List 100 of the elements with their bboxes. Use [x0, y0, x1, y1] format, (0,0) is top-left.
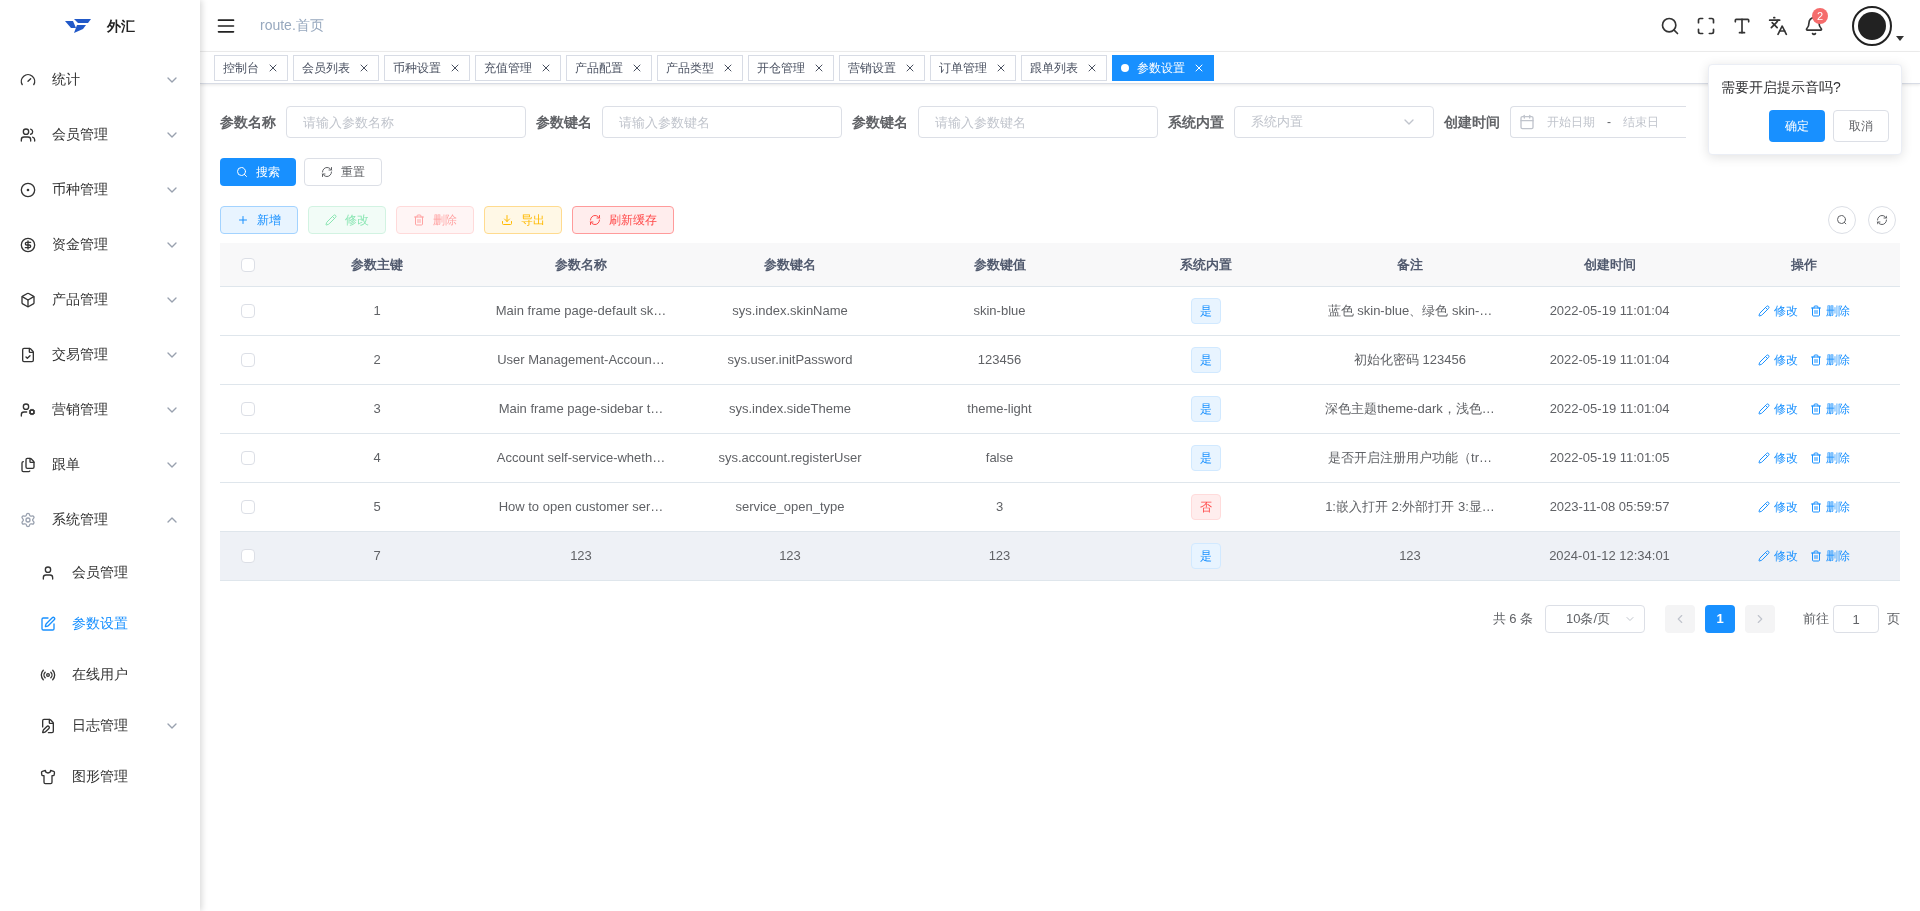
goto-label: 前往 — [1803, 610, 1829, 629]
table-cell-text: Main frame page-default sk… — [494, 302, 668, 321]
row-checkbox[interactable] — [241, 402, 255, 416]
users-icon — [20, 126, 36, 143]
submenu-item[interactable]: 日志管理 — [0, 700, 200, 751]
delete-link[interactable]: 删除 — [1809, 498, 1850, 516]
document-edit-icon — [40, 717, 56, 734]
row-checkbox[interactable] — [241, 500, 255, 514]
tab[interactable]: 充值管理 — [475, 54, 561, 81]
submenu-item[interactable]: 图形管理 — [0, 751, 200, 802]
delete-link[interactable]: 删除 — [1809, 351, 1850, 369]
delete-link[interactable]: 删除 — [1809, 302, 1850, 320]
table-cell-text: sys.account.registerUser — [717, 449, 863, 468]
user-icon — [20, 401, 36, 418]
table-cell-text: 123 — [987, 547, 1012, 566]
delete-link[interactable]: 删除 — [1809, 400, 1850, 418]
avatar[interactable] — [1852, 5, 1892, 46]
column-header: 参数名称 — [554, 255, 608, 274]
pencil-icon — [1757, 403, 1770, 415]
popover-message: 需要开启提示音吗? — [1721, 78, 1842, 97]
user-icon — [40, 564, 56, 581]
tab[interactable]: 产品配置 — [566, 54, 652, 81]
logo-text: 外汇 — [107, 16, 135, 36]
page-size-select[interactable]: 10条/页 — [1545, 605, 1645, 633]
table-cell-text: 1 — [372, 302, 382, 321]
row-checkbox[interactable] — [241, 353, 255, 367]
edit-link[interactable]: 修改 — [1757, 351, 1798, 369]
pencil-icon — [1757, 452, 1770, 464]
cancel-button[interactable]: 取消 — [1833, 110, 1889, 142]
table-cell-text: 2022-05-19 11:01:04 — [1548, 302, 1671, 321]
table-cell-text: 123 — [569, 547, 593, 566]
edit-icon — [40, 615, 56, 632]
table-cell-text: skin-blue — [972, 302, 1027, 321]
table-cell-text: User Management-Accoun… — [496, 351, 666, 370]
trash-icon — [1809, 501, 1822, 513]
field-label: 参数键名 — [536, 112, 593, 132]
table-cell-text: Account self-service-wheth… — [495, 449, 667, 468]
tab[interactable]: 产品类型 — [657, 54, 743, 81]
row-checkbox[interactable] — [241, 549, 255, 563]
gauge-icon — [20, 71, 36, 88]
menu-item[interactable]: 统计 — [0, 52, 200, 107]
table-cell-text: 4 — [372, 449, 382, 468]
delete-link[interactable]: 删除 — [1809, 449, 1850, 467]
table-cell-text: 2023-11-08 05:59:57 — [1548, 498, 1671, 517]
menu-item[interactable]: 币种管理 — [0, 162, 200, 217]
menu-item[interactable]: 资金管理 — [0, 217, 200, 272]
tab[interactable]: 营销设置 — [839, 54, 925, 81]
tab[interactable]: 开仓管理 — [748, 54, 834, 81]
reset-button[interactable]: 重置 — [304, 158, 382, 186]
table-row[interactable]: 7 123 123 123 是 123 2024-01-12 12:34:01 修改 删除 — [220, 532, 1900, 581]
status-tag: 是 — [1190, 396, 1221, 422]
tab[interactable]: 币种设置 — [384, 54, 470, 81]
tab[interactable]: 控制台 — [214, 54, 288, 81]
menu-item[interactable]: 会员管理 — [0, 107, 200, 162]
edit-link[interactable]: 修改 — [1757, 498, 1798, 516]
input-field[interactable]: 请输入参数名称 — [286, 106, 526, 138]
goto-page-field[interactable]: 1 — [1833, 605, 1879, 633]
translate-icon[interactable] — [1768, 15, 1788, 36]
table-cell-text: 是否开启注册用户功能（tr… — [1327, 449, 1493, 468]
tab[interactable]: 跟单列表 — [1021, 54, 1107, 81]
row-checkbox[interactable] — [241, 451, 255, 465]
search-icon — [236, 166, 248, 178]
table-cell-text: 123456 — [976, 351, 1023, 370]
row-checkbox[interactable] — [241, 304, 255, 318]
table-cell-text: false — [984, 449, 1015, 468]
submenu-item[interactable]: 在线用户 — [0, 649, 200, 700]
edit-link[interactable]: 修改 — [1757, 400, 1798, 418]
edit-link[interactable]: 修改 — [1757, 302, 1798, 320]
header-checkbox[interactable] — [241, 257, 255, 272]
search-icon[interactable] — [1660, 15, 1680, 36]
edit-link[interactable]: 修改 — [1757, 449, 1798, 467]
input-field[interactable]: 请输入参数键名 — [602, 106, 842, 138]
tab[interactable]: 会员列表 — [293, 54, 379, 81]
table-cell-text: 123 — [1398, 547, 1422, 566]
calendar-icon — [1519, 114, 1535, 130]
fullscreen-icon[interactable] — [1696, 15, 1716, 36]
table-cell-text: 2022-05-19 11:01:04 — [1548, 351, 1671, 370]
table-cell-text: How to open customer ser… — [497, 498, 665, 517]
goto-suffix: 页 — [1887, 610, 1900, 629]
trash-icon — [1809, 452, 1822, 464]
status-tag: 是 — [1190, 347, 1221, 373]
date-range-field[interactable]: 开始日期 - 结束日 — [1510, 106, 1686, 138]
menu-item[interactable]: 交易管理 — [0, 327, 200, 382]
submenu-item[interactable]: 参数设置 — [0, 598, 200, 649]
submenu-item[interactable]: 会员管理 — [0, 547, 200, 598]
pencil-icon — [325, 214, 337, 226]
dollar-icon — [20, 236, 36, 253]
plus-icon — [237, 214, 249, 226]
caret-icon[interactable] — [1896, 35, 1904, 42]
menu-item[interactable]: 产品管理 — [0, 272, 200, 327]
coin-icon — [20, 181, 36, 198]
refresh-icon — [321, 166, 333, 178]
menu-item[interactable]: 系统管理 — [0, 492, 200, 547]
menu-item[interactable]: 营销管理 — [0, 382, 200, 437]
menu-item[interactable]: 跟单 — [0, 437, 200, 492]
box-icon — [20, 291, 36, 308]
field-label: 参数名称 — [220, 112, 277, 132]
tab[interactable]: 订单管理 — [930, 54, 1016, 81]
input-field[interactable]: 请输入参数键名 — [918, 106, 1158, 138]
table-cell-text: 深色主题theme-dark，浅色… — [1324, 400, 1496, 419]
